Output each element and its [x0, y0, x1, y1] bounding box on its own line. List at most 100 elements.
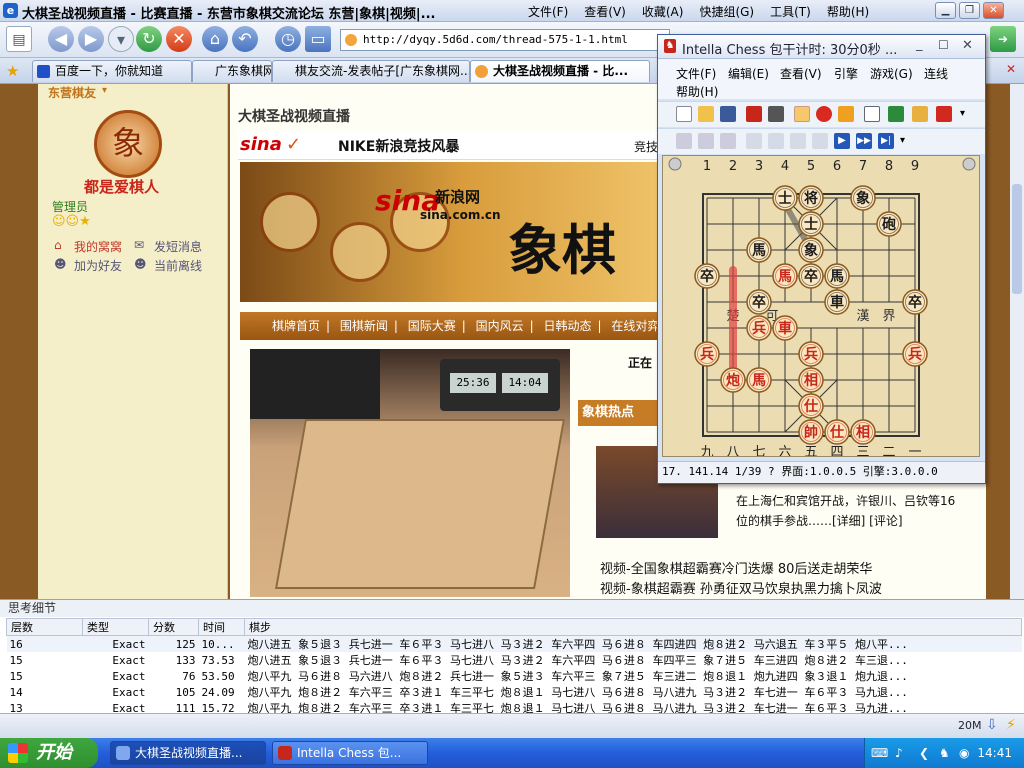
match-photo[interactable]: 25:36 14:04: [250, 349, 570, 597]
board-svg[interactable]: 123456789九八七六五四三二一楚可漢界士将象士砲馬象卒馬卒馬車卒卒兵車兵兵…: [663, 156, 980, 457]
dropdown-chevron-icon[interactable]: ▾: [108, 26, 134, 52]
table-row[interactable]: 15 Exact 76 53.50 炮八平九 马６进８ 马六进八 炮８进２ 兵七进一 象…: [7, 668, 1022, 684]
scrollbar-thumb[interactable]: [1012, 184, 1022, 294]
stop-icon[interactable]: ✕: [166, 26, 192, 52]
chevron-down-icon[interactable]: ▾: [960, 108, 965, 119]
nav-item[interactable]: 日韩动态: [538, 319, 598, 333]
search-icon[interactable]: [794, 106, 810, 122]
header-link[interactable]: 竞技: [634, 138, 658, 155]
tab-baidu[interactable]: 百度一下，你就知道: [32, 60, 192, 82]
go-arrow-icon[interactable]: ➜: [990, 26, 1016, 52]
minimize-icon[interactable]: _: [916, 37, 923, 52]
menu-favorites[interactable]: 收藏(A): [634, 3, 692, 20]
news-text-line2: 位的棋手参战……[详细] [评论]: [736, 514, 903, 528]
first-move-icon[interactable]: [768, 133, 784, 149]
copy-icon[interactable]: [676, 133, 692, 149]
nav-item[interactable]: 国际大赛: [402, 319, 462, 333]
new-icon[interactable]: [676, 106, 692, 122]
keyboard-icon[interactable]: ⌨: [871, 738, 888, 768]
screen-icon[interactable]: ▭: [305, 26, 331, 52]
taskbar-item-chess[interactable]: Intella Chess 包...: [272, 741, 428, 765]
sina-logo[interactable]: sina: [240, 134, 282, 155]
link-send-message[interactable]: 发短消息: [154, 238, 202, 255]
menu-file[interactable]: 文件(F): [520, 3, 576, 20]
taskbar-item-browser[interactable]: 大棋圣战视频直播...: [110, 741, 266, 765]
tab-guangdong-chess[interactable]: 广东象棋网: [192, 60, 272, 82]
chess-menu-help[interactable]: 帮助(H): [676, 83, 718, 100]
link-my-home[interactable]: 我的窝窝: [74, 238, 122, 255]
link-add-friend[interactable]: 加为好友: [74, 257, 122, 274]
new-page-icon[interactable]: ▤: [6, 26, 32, 52]
address-bar[interactable]: http://dyqy.5d6d.com/thread-575-1-1.html: [340, 29, 670, 51]
chess-menu-edit[interactable]: 编辑(E): [728, 65, 769, 82]
minimize-icon[interactable]: ▁: [935, 2, 956, 19]
undo-icon[interactable]: [746, 133, 762, 149]
home-icon[interactable]: ⌂: [202, 26, 228, 52]
download-icon[interactable]: ⇩: [986, 717, 998, 733]
print-red-icon[interactable]: [746, 106, 762, 122]
col-time[interactable]: 时间: [198, 618, 245, 636]
menu-view[interactable]: 查看(V): [576, 3, 634, 20]
network-icon[interactable]: ◉: [959, 738, 969, 768]
col-score[interactable]: 分数: [148, 618, 199, 636]
save-icon[interactable]: [720, 106, 736, 122]
xiangqi-board[interactable]: 123456789九八七六五四三二一楚可漢界士将象士砲馬象卒馬卒馬車卒卒兵車兵兵…: [662, 155, 980, 457]
nav-item[interactable]: 国内风云: [470, 319, 530, 333]
chess-menu-engine[interactable]: 引擎: [834, 65, 858, 82]
forward-arrow-icon[interactable]: ▶: [78, 26, 104, 52]
notes-icon[interactable]: [864, 106, 880, 122]
print-black-icon[interactable]: [768, 106, 784, 122]
paste-board-icon[interactable]: [720, 133, 736, 149]
maximize-icon[interactable]: ❐: [959, 2, 980, 19]
close-icon[interactable]: ✕: [962, 38, 973, 53]
page-scrollbar[interactable]: [1010, 84, 1024, 599]
tab-forum-post[interactable]: 棋友交流-发表帖子[广东象棋网...: [272, 60, 470, 82]
paste-icon[interactable]: [698, 133, 714, 149]
lightning-icon[interactable]: ⚡: [1006, 717, 1016, 733]
chess-menu-game[interactable]: 游戏(G): [870, 65, 913, 82]
maximize-icon[interactable]: ☐: [938, 38, 949, 52]
chess-tray-icon[interactable]: ♞: [939, 738, 950, 768]
col-type[interactable]: 类型: [82, 618, 149, 636]
table-row[interactable]: 14 Exact 105 24.09 炮八平九 炮８进２ 车六平三 卒３进１ 车三平七 …: [7, 684, 1022, 700]
hammer-icon[interactable]: [936, 106, 952, 122]
close-tab-icon[interactable]: ✕: [1006, 62, 1016, 76]
speaker-icon[interactable]: ♪: [895, 738, 903, 768]
undo-icon[interactable]: ↶: [232, 26, 258, 52]
back-fast-icon[interactable]: [790, 133, 806, 149]
favorites-star-icon[interactable]: ★: [6, 62, 19, 80]
chess-menu-file[interactable]: 文件(F): [676, 65, 716, 82]
refresh-icon[interactable]: [838, 106, 854, 122]
nav-item[interactable]: 围棋新闻: [334, 319, 394, 333]
chevron-left-icon[interactable]: ❮: [919, 738, 929, 768]
username[interactable]: 都是爱棋人: [84, 176, 159, 197]
stop-icon[interactable]: [816, 106, 832, 122]
table-row[interactable]: 16 Exact 125 10... 炮八进五 象５退３ 兵七进一 车６平３ 马七进八 …: [6, 635, 1022, 652]
chess-menu-connect[interactable]: 连线: [924, 65, 948, 82]
next-move-icon[interactable]: ▶: [834, 133, 850, 149]
refresh-icon[interactable]: ↻: [136, 26, 162, 52]
avatar[interactable]: 象: [94, 110, 162, 178]
start-button[interactable]: 开始: [0, 738, 98, 768]
history-clock-icon[interactable]: ◷: [275, 26, 301, 52]
close-icon[interactable]: ✕: [983, 2, 1004, 19]
chevron-down-icon[interactable]: ▾: [900, 135, 905, 146]
col-depth[interactable]: 层数: [6, 618, 83, 636]
tab-live-video[interactable]: 大棋圣战视频直播 - 比...: [470, 60, 650, 82]
back-arrow-icon[interactable]: ◀: [48, 26, 74, 52]
nav-item[interactable]: 棋牌首页: [266, 319, 326, 333]
menu-tools[interactable]: 工具(T): [762, 3, 819, 20]
open-folder-icon[interactable]: [698, 106, 714, 122]
menu-shortcut-group[interactable]: 快捷组(G): [691, 3, 762, 20]
table-row[interactable]: 15 Exact 133 73.53 炮八进五 象５退３ 兵七进一 车６平３ 马七进八 …: [7, 652, 1022, 668]
prev-move-icon[interactable]: [812, 133, 828, 149]
puzzle-icon[interactable]: [888, 106, 904, 122]
col-moves[interactable]: 棋步: [244, 618, 1022, 636]
chess-menu-view[interactable]: 查看(V): [780, 65, 822, 82]
forward-fast-icon[interactable]: ▶▶: [856, 133, 872, 149]
news-link-2[interactable]: 视频-象棋超霸赛 孙勇征双马饮泉执黑力擒卜凤波: [600, 578, 882, 597]
lock-icon[interactable]: [912, 106, 928, 122]
menu-help[interactable]: 帮助(H): [819, 3, 877, 20]
last-move-icon[interactable]: ▶|: [878, 133, 894, 149]
news-link-1[interactable]: 视频-全国象棋超霸赛冷门迭爆 80后送走胡荣华: [600, 558, 872, 577]
